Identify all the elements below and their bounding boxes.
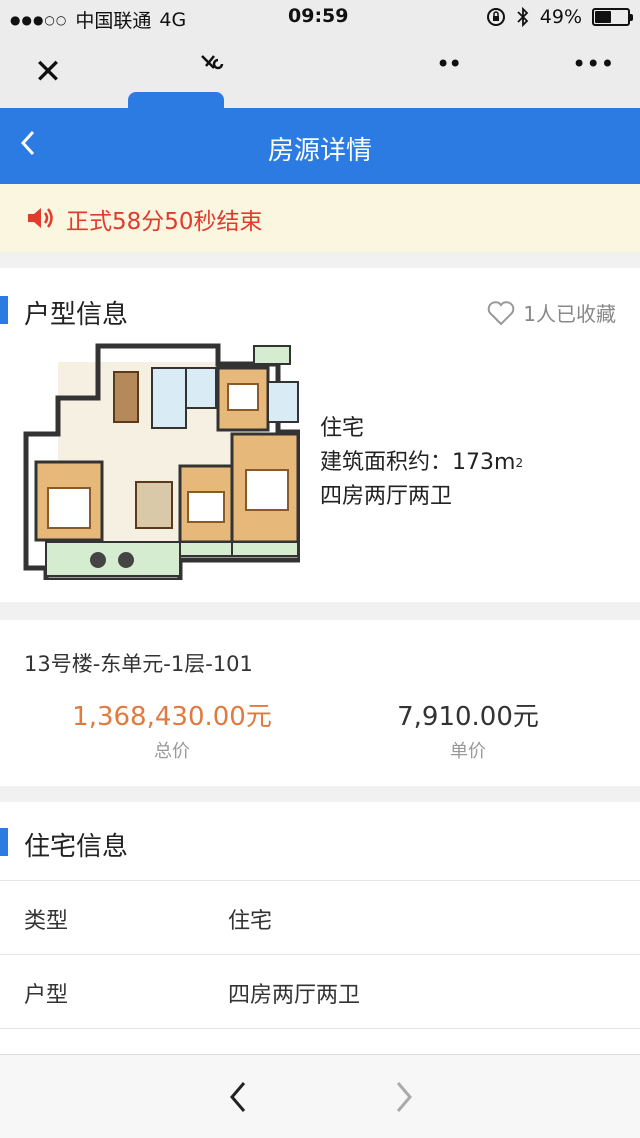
close-icon[interactable]: ✕ [28, 52, 68, 92]
favorite-count: 1人已收藏 [523, 302, 616, 326]
room-layout: 四房两厅两卫 [320, 484, 453, 509]
info-row-type: 类型 住宅 [0, 880, 640, 956]
loading-mark-icon [201, 55, 224, 70]
layout-section-title: 户型信息 [24, 300, 129, 330]
status-right: 49% [486, 6, 633, 28]
orientation-lock-icon [486, 8, 505, 26]
row-key: 类型 [24, 909, 69, 934]
unit-price-label: 单价 [450, 741, 486, 762]
property-type: 住宅 [320, 416, 365, 441]
floor-plan-image[interactable] [18, 342, 300, 580]
total-price-label: 总价 [154, 741, 190, 762]
signal-dots-icon: ●●●○○ [10, 12, 68, 27]
row-key: 户型 [24, 983, 69, 1008]
network-label: 4G [159, 8, 187, 31]
chevron-left-icon [230, 1082, 246, 1112]
info-row-partial [0, 1028, 640, 1056]
favorite-button[interactable]: 1人已收藏 [487, 298, 616, 327]
page-title: 房源详情 [267, 136, 372, 166]
progress-indicator [128, 92, 224, 108]
price-card: 13号楼-东单元-1层-101 1,368,430.00元 总价 7,910.0… [0, 620, 640, 786]
residence-card: 住宅信息 类型 住宅 户型 四房两厅两卫 [0, 802, 640, 1056]
status-left: ●●●○○ 中国联通 4G [10, 6, 186, 33]
menu-dots-icon[interactable]: ••• [572, 50, 614, 78]
residence-section-title: 住宅信息 [24, 832, 129, 862]
unit-price-block: 7,910.00元 单价 [318, 696, 618, 763]
total-price-block: 1,368,430.00元 总价 [22, 696, 322, 763]
area-value: 173m [452, 450, 516, 475]
status-bar: ●●●○○ 中国联通 4G 09:59 49% [0, 0, 640, 36]
countdown-text: 正式58分50秒结束 [66, 209, 263, 235]
layout-card: 户型信息 1人已收藏 住宅 建筑面积约：173m2 四房两厅两卫 [0, 268, 640, 602]
section-accent-bar [0, 296, 8, 324]
section-accent-bar [0, 828, 8, 856]
chevron-right-icon [396, 1082, 412, 1112]
battery-percent: 49% [539, 6, 582, 28]
unit-address: 13号楼-东单元-1层-101 [24, 652, 253, 676]
unit-price: 7,910.00元 [397, 702, 539, 732]
countdown-notice: 正式58分50秒结束 [0, 184, 640, 252]
nav-bar: 房源详情 [0, 108, 640, 184]
area-label: 建筑面积约： [320, 450, 453, 475]
info-row-layout: 户型 四房两厅两卫 [0, 954, 640, 1030]
clock: 09:59 [288, 5, 349, 27]
more-dots-icon[interactable]: •• [436, 50, 462, 78]
building-area: 建筑面积约：173m2 [320, 446, 523, 480]
carrier-label: 中国联通 [75, 10, 152, 32]
area-unit-sup: 2 [515, 456, 524, 470]
browser-forward-button[interactable] [386, 1075, 422, 1119]
battery-fill [595, 11, 611, 23]
browser-bottom-bar [0, 1054, 640, 1138]
page-loading-title [198, 50, 228, 80]
heart-icon [487, 300, 515, 325]
layout-summary: 住宅 建筑面积约：173m2 四房两厅两卫 [320, 412, 523, 514]
browser-back-button[interactable] [220, 1075, 256, 1119]
total-price: 1,368,430.00元 [72, 702, 272, 732]
row-value: 四房两厅两卫 [228, 983, 361, 1008]
browser-top-bar: ✕ •• ••• [0, 36, 640, 108]
bluetooth-icon [517, 7, 529, 27]
battery-icon [592, 8, 633, 26]
speaker-icon [28, 208, 53, 228]
row-value: 住宅 [228, 909, 273, 934]
